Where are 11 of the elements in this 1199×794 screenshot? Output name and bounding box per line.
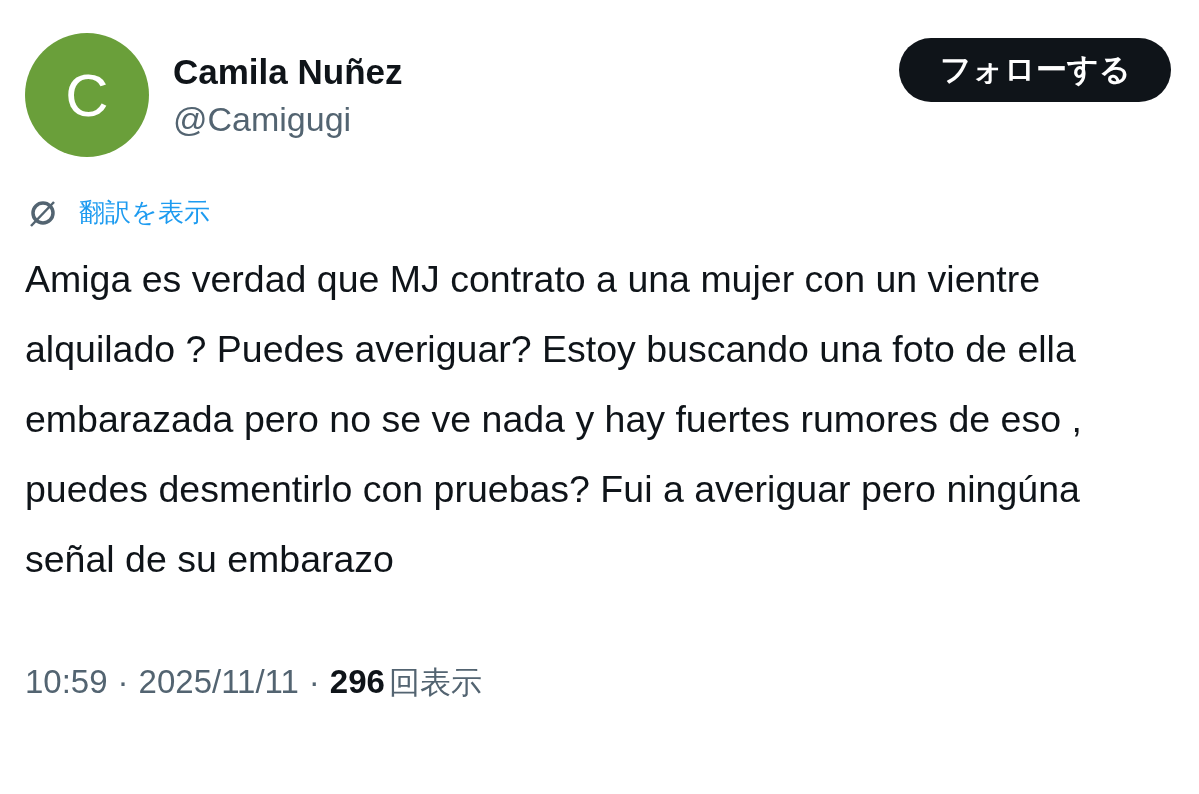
tweet-time[interactable]: 10:59 (25, 663, 108, 701)
follow-button[interactable]: フォローする (899, 38, 1171, 102)
user-handle[interactable]: @Camigugi (173, 95, 899, 143)
separator: · (117, 663, 129, 701)
display-name[interactable]: Camila Nuñez (173, 49, 899, 95)
tweet-date[interactable]: 2025/11/11 (138, 663, 299, 701)
separator: · (308, 663, 320, 701)
views-label: 回表示 (388, 663, 482, 702)
tweet-text: Amiga es verdad que MJ contrato a una mujer con un vientre alquilado ? Puedes averiguar? Estoy buscando una foto de ella embarazada pero no se ve nada y hay fuertes rumores de eso , puedes desmentirlo con pruebas? Fui a averiguar pero ningúna señal de su embarazo (25, 257, 1083, 582)
view-count: 296 (329, 663, 385, 701)
avatar[interactable]: C (25, 33, 149, 157)
